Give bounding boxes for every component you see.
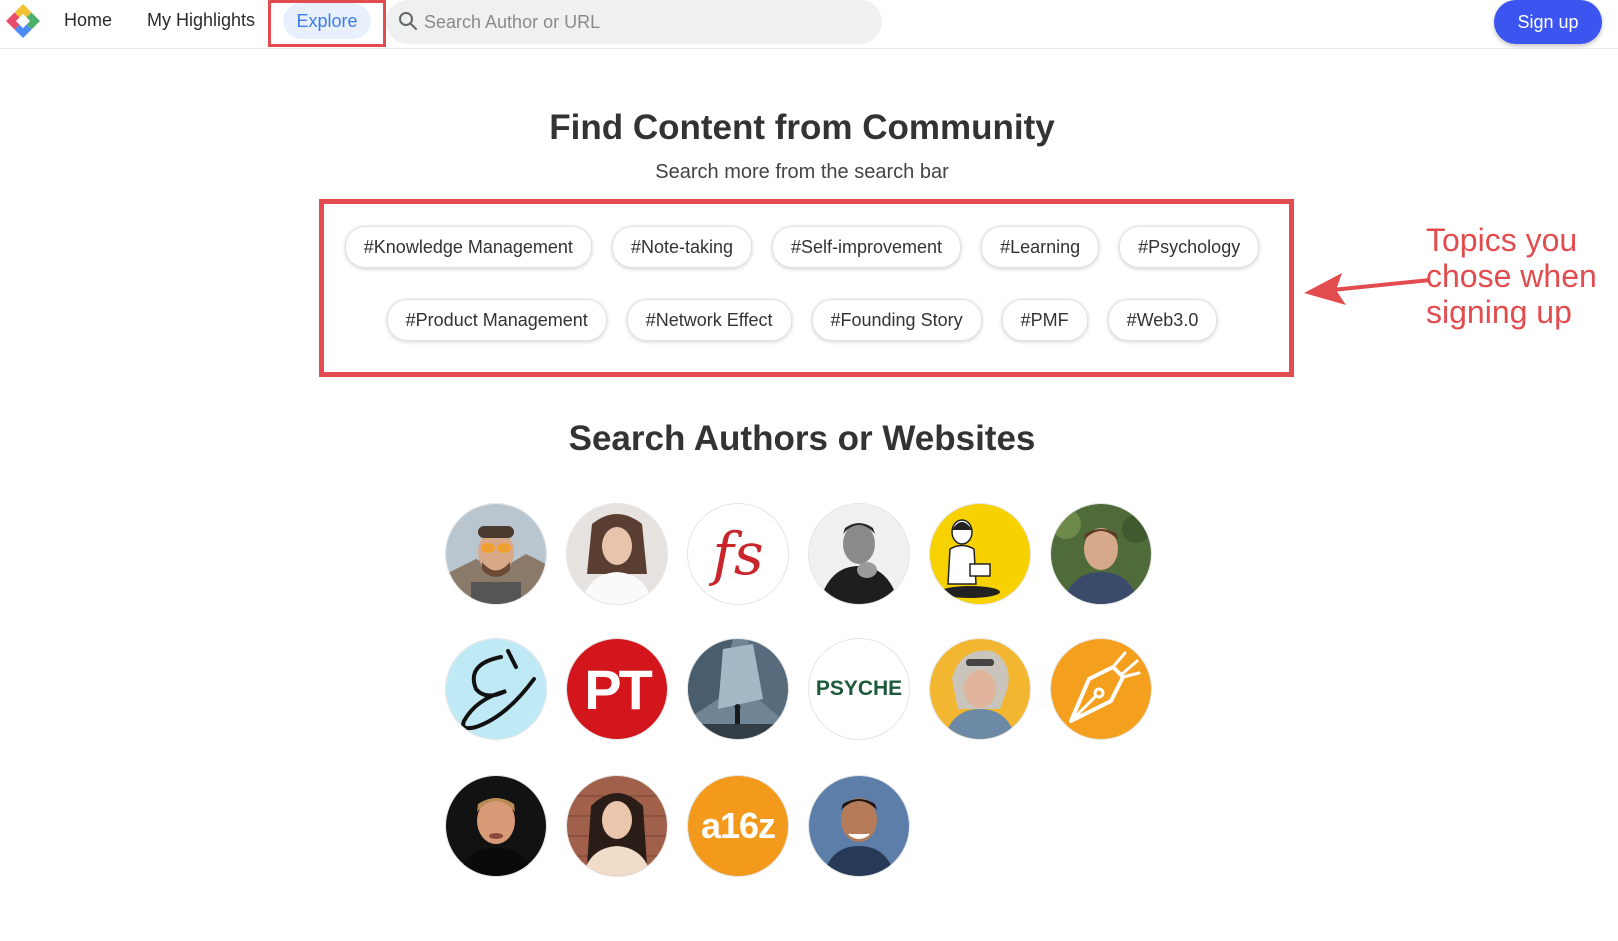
search-bar[interactable] [386,0,882,44]
topic-chip-psychology[interactable]: #Psychology [1119,226,1260,268]
author-avatar-psychology-today[interactable]: PT [567,639,667,739]
nav-my-highlights-link[interactable]: My Highlights [147,0,255,40]
author-avatar-woman-white-shirt[interactable] [567,504,667,604]
author-avatar-man-dark-stage[interactable] [446,776,546,876]
author-avatar-smiling-man-forest[interactable] [1051,504,1151,604]
author-avatar-psyche[interactable]: PSYCHE [809,639,909,739]
author-avatar-yellow-illustration[interactable] [930,504,1030,604]
find-content-title: Find Content from Community [549,108,1055,147]
topic-chip-learning[interactable]: #Learning [981,226,1100,268]
topic-chip-knowledge-management[interactable]: #Knowledge Management [344,226,592,268]
sign-up-button[interactable]: Sign up [1494,0,1602,44]
topic-chip-self-improvement[interactable]: #Self-improvement [772,226,962,268]
annotation-arrow-icon [1304,273,1431,305]
author-avatar-signature-logo[interactable] [446,639,546,739]
nav-home-link[interactable]: Home [64,0,112,40]
top-navigation-bar: Home My Highlights Explore Sign up [0,0,1618,49]
author-avatar-farnam-street[interactable]: fs [688,504,788,604]
topic-chip-product-management[interactable]: #Product Management [386,299,607,341]
page: Home My Highlights Explore Sign up Find … [0,0,1618,941]
search-input[interactable] [422,4,866,40]
author-avatar-sunglasses-man[interactable] [446,504,546,604]
psychology-today-logo-text: PT [584,657,653,721]
app-logo-icon[interactable] [4,2,42,40]
author-avatar-woman-brick-wall[interactable] [567,776,667,876]
topic-chip-pmf[interactable]: #PMF [1001,299,1088,341]
find-content-subtitle: Search more from the search bar [655,161,949,183]
search-authors-title: Search Authors or Websites [568,419,1036,458]
topics-annotation-text: Topics you chose when signing up [1426,222,1597,330]
search-icon [399,12,417,30]
topic-chip-network-effect[interactable]: #Network Effect [626,299,792,341]
topic-chip-web3[interactable]: #Web3.0 [1107,299,1218,341]
nav-explore-tab[interactable]: Explore [283,3,371,39]
author-avatar-bw-man[interactable] [809,504,909,604]
farnam-street-logo-text: fs [712,520,764,588]
author-avatar-a16z[interactable]: a16z [688,776,788,876]
author-avatar-glacier-photo[interactable] [688,639,788,739]
author-avatar-pen-nib-logo[interactable] [1051,639,1151,739]
author-avatar-woman-grey-hair[interactable] [930,639,1030,739]
topic-chip-note-taking[interactable]: #Note-taking [611,226,752,268]
topic-chip-founding-story[interactable]: #Founding Story [811,299,982,341]
author-avatar-smiling-man-blue[interactable] [809,776,909,876]
a16z-logo-text: a16z [700,805,776,846]
psyche-logo-text: PSYCHE [815,677,903,700]
